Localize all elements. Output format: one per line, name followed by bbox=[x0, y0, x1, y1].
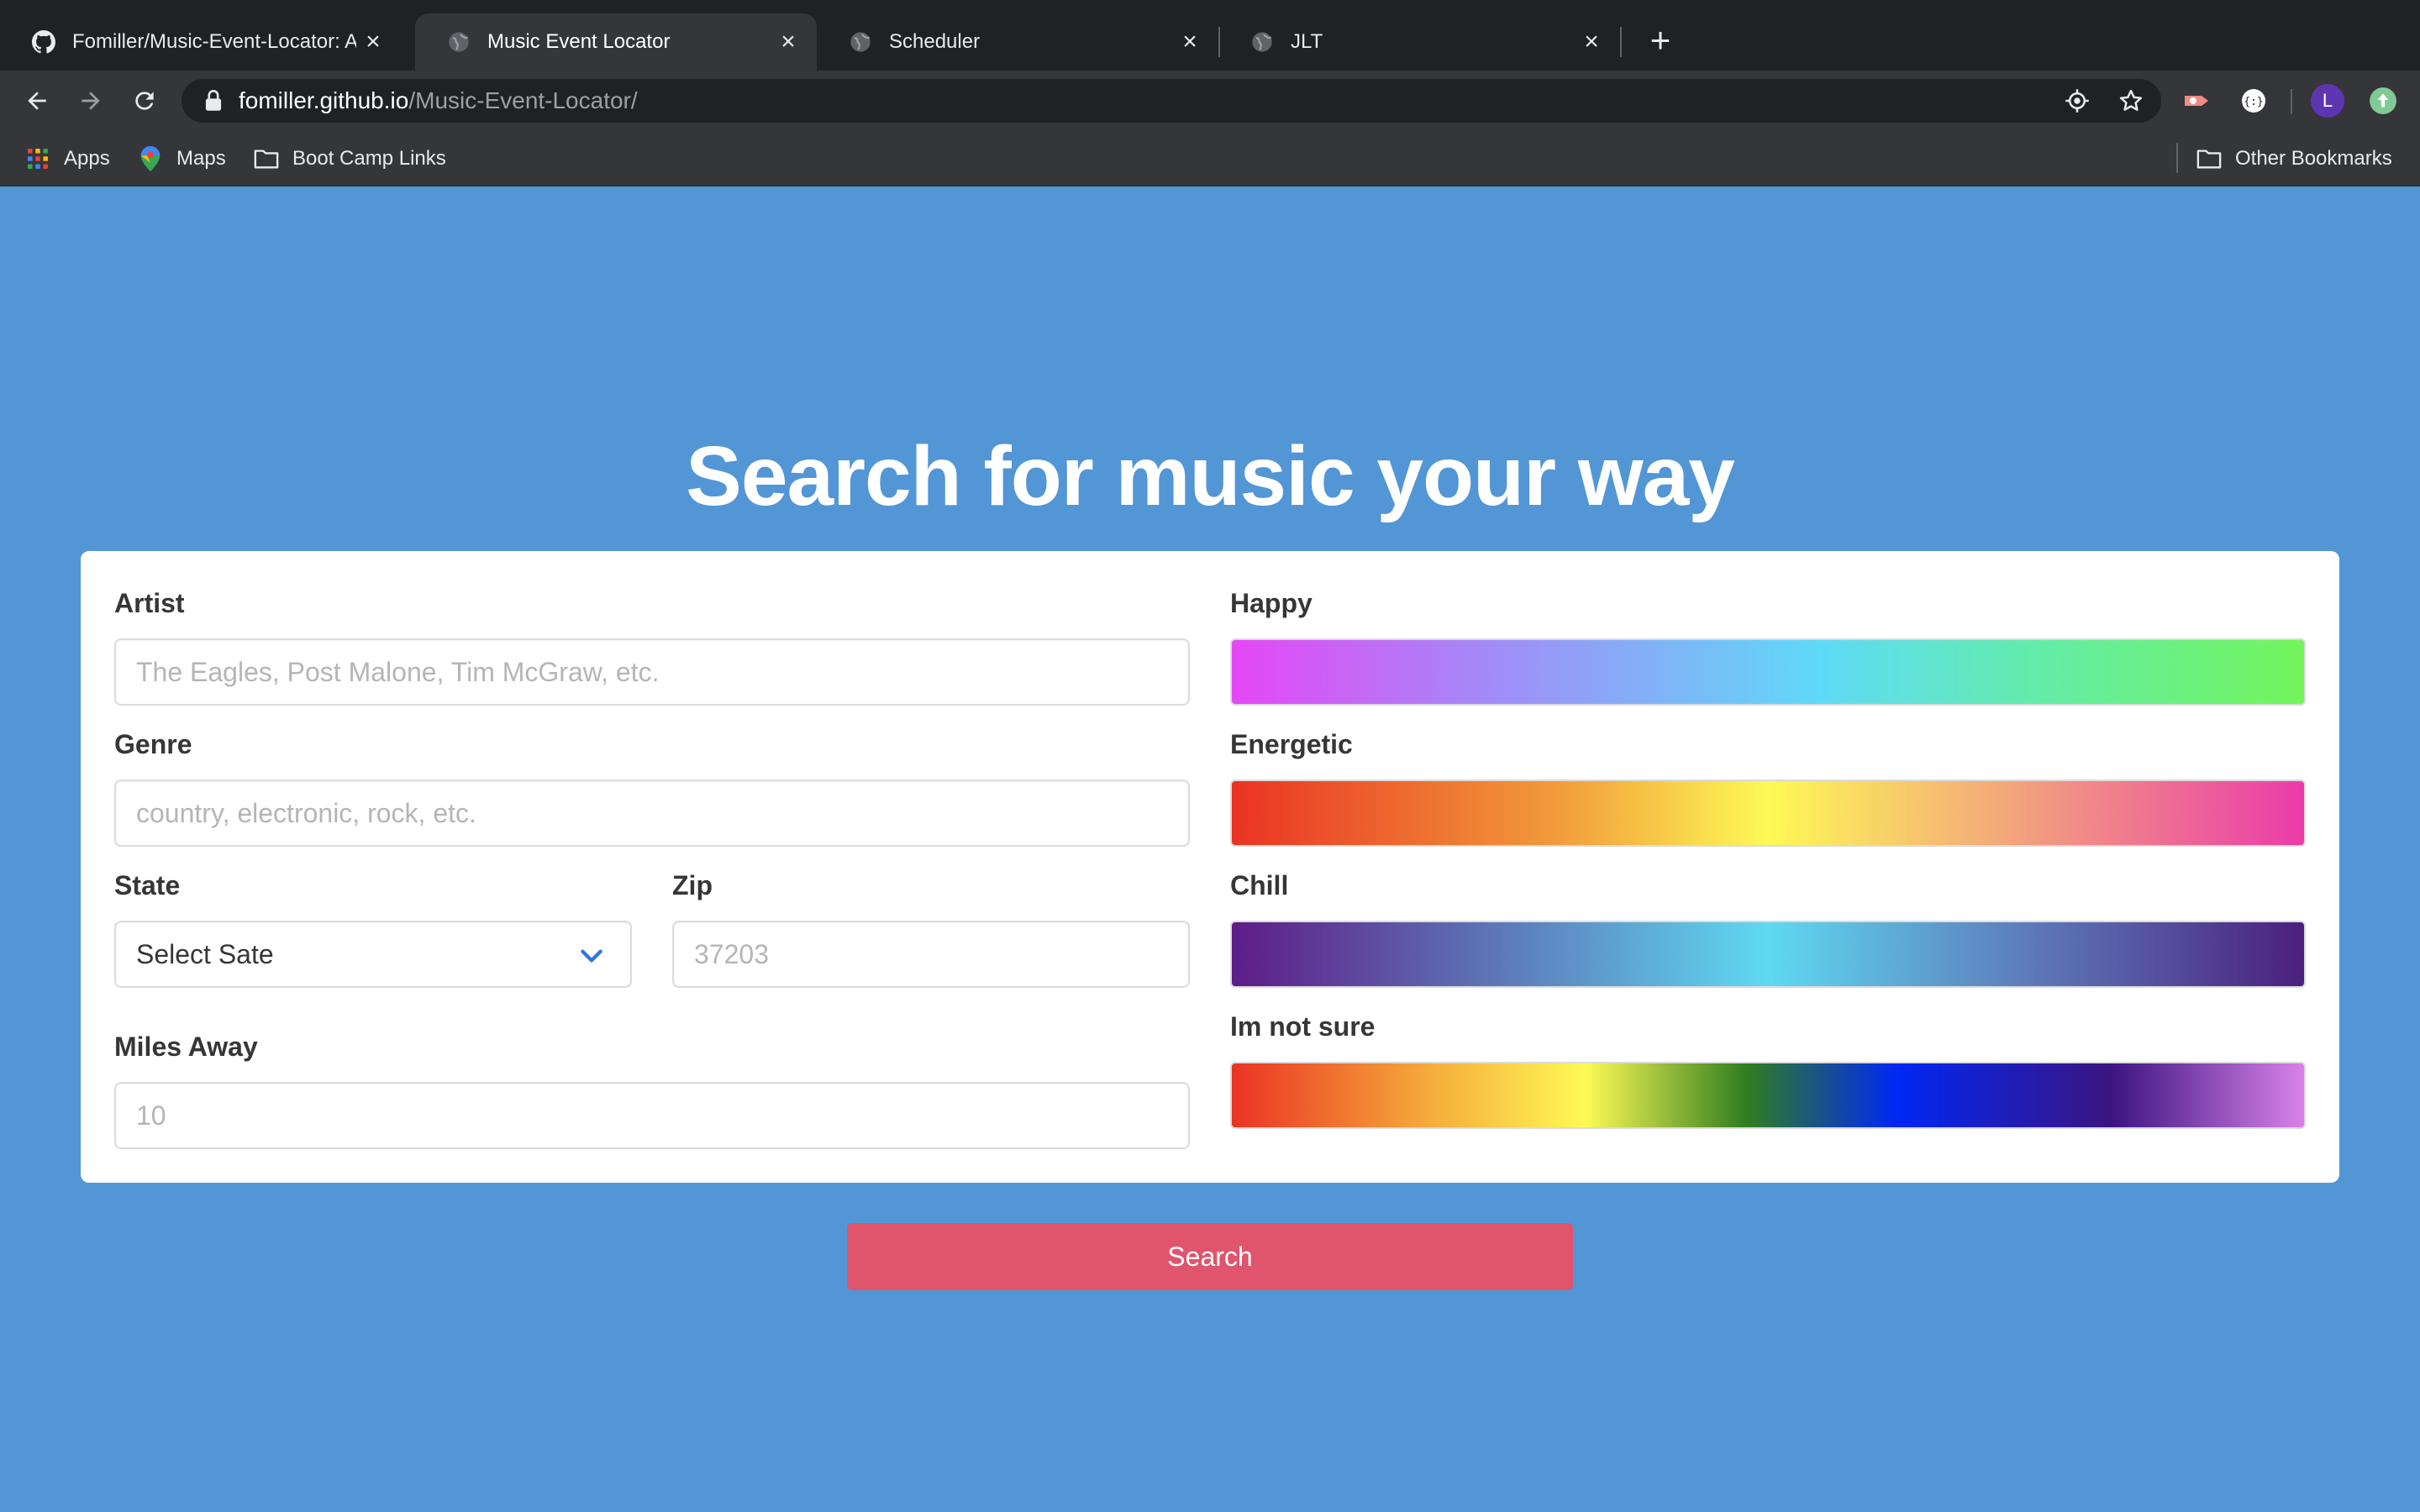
mood-chill-label: Chill bbox=[1230, 870, 1289, 900]
bookmark-maps[interactable]: Maps bbox=[138, 143, 226, 175]
search-form-card: Artist The Eagles, Post Malone, Tim McGr… bbox=[81, 551, 2339, 1183]
search-button[interactable]: Search bbox=[847, 1223, 1573, 1290]
tab-title: JLT bbox=[1291, 30, 1323, 53]
artist-label: Artist bbox=[114, 588, 185, 618]
folder-icon bbox=[2196, 146, 2222, 171]
globe-icon bbox=[849, 30, 872, 54]
state-select-value: Select Sate bbox=[136, 938, 274, 969]
genre-label: Genre bbox=[114, 729, 192, 759]
code-extension-icon[interactable]: {:} bbox=[2235, 82, 2272, 119]
miles-away-input[interactable]: 10 bbox=[114, 1082, 1190, 1149]
url-path: /Music-Event-Locator/ bbox=[408, 87, 638, 113]
toolbar-divider bbox=[2291, 89, 2292, 114]
bookmarks-bar: Apps Maps Boot Camp Links Other Bookmark… bbox=[0, 131, 2420, 186]
close-icon[interactable]: × bbox=[1575, 25, 1608, 59]
tab-jlt[interactable]: JLT × bbox=[1218, 13, 1620, 71]
bookmark-apps[interactable]: Apps bbox=[25, 143, 110, 175]
bookmark-boot-camp-links[interactable]: Boot Camp Links bbox=[254, 143, 446, 175]
screencast-extension-icon[interactable] bbox=[2180, 82, 2217, 119]
browser-toolbar: fomiller.github.io/Music-Event-Locator/ … bbox=[0, 71, 2420, 131]
arrow-right-icon bbox=[82, 92, 100, 110]
close-icon[interactable]: × bbox=[356, 25, 390, 59]
star-icon[interactable] bbox=[2118, 87, 2144, 114]
artist-input[interactable]: The Eagles, Post Malone, Tim McGraw, etc… bbox=[114, 638, 1190, 706]
update-icon[interactable] bbox=[2365, 82, 2402, 119]
close-icon[interactable]: × bbox=[771, 25, 805, 59]
globe-icon bbox=[447, 30, 471, 54]
mood-energetic-label: Energetic bbox=[1230, 729, 1353, 759]
reload-button[interactable] bbox=[126, 82, 163, 119]
state-label: State bbox=[114, 870, 181, 900]
address-bar[interactable]: fomiller.github.io/Music-Event-Locator/ bbox=[182, 79, 2161, 123]
tab-music-event-locator[interactable]: Music Event Locator × bbox=[415, 13, 817, 71]
tab-divider bbox=[1620, 27, 1622, 57]
url-text: fomiller.github.io/Music-Event-Locator/ bbox=[239, 87, 638, 114]
zip-label: Zip bbox=[672, 870, 713, 900]
tab-scheduler[interactable]: Scheduler × bbox=[817, 13, 1218, 71]
tab-title: Scheduler bbox=[889, 30, 981, 53]
genre-input[interactable]: country, electronic, rock, etc. bbox=[114, 780, 1190, 847]
bookmark-label: Apps bbox=[64, 147, 110, 170]
new-tab-button[interactable]: + bbox=[1642, 20, 1679, 60]
tab-title: Music Event Locator bbox=[487, 30, 671, 53]
bookmark-label: Maps bbox=[176, 147, 226, 170]
state-select[interactable]: Select Sate bbox=[114, 921, 632, 988]
zip-input[interactable]: 37203 bbox=[672, 921, 1190, 988]
reload-icon bbox=[135, 92, 154, 110]
mood-chill-bar[interactable] bbox=[1230, 921, 2306, 988]
github-icon bbox=[32, 30, 55, 54]
location-icon[interactable] bbox=[2064, 87, 2091, 114]
svg-text:{:}: {:} bbox=[2244, 96, 2263, 108]
maps-pin-icon bbox=[138, 146, 163, 171]
tab-github[interactable]: Fomiller/Music-Event-Locator: A × bbox=[0, 13, 402, 71]
tab-title: Fomiller/Music-Event-Locator: A bbox=[72, 30, 356, 53]
profile-avatar[interactable]: L bbox=[2311, 84, 2344, 118]
mood-happy-label: Happy bbox=[1230, 588, 1313, 618]
tab-strip: Fomiller/Music-Event-Locator: A × Music … bbox=[0, 0, 2420, 71]
globe-icon bbox=[1250, 30, 1274, 54]
close-icon[interactable]: × bbox=[1173, 25, 1207, 59]
mood-not-sure-label: Im not sure bbox=[1230, 1011, 1376, 1042]
bookmark-other-bookmarks[interactable]: Other Bookmarks bbox=[2196, 143, 2392, 175]
apps-grid-icon bbox=[25, 146, 50, 171]
mood-energetic-bar[interactable] bbox=[1230, 780, 2306, 847]
forward-button[interactable] bbox=[72, 82, 109, 119]
back-button[interactable] bbox=[18, 82, 55, 119]
bookmark-label: Boot Camp Links bbox=[292, 147, 446, 170]
arrow-left-icon bbox=[28, 92, 46, 110]
mood-happy-bar[interactable] bbox=[1230, 638, 2306, 706]
url-host: fomiller.github.io bbox=[239, 87, 409, 113]
mood-not-sure-bar[interactable] bbox=[1230, 1062, 2306, 1129]
chevron-down-icon bbox=[581, 949, 602, 963]
folder-icon bbox=[254, 146, 279, 171]
lock-icon bbox=[202, 89, 225, 113]
miles-away-label: Miles Away bbox=[114, 1032, 258, 1062]
page-title: Search for music your way bbox=[686, 429, 1735, 523]
bookmark-label: Other Bookmarks bbox=[2235, 147, 2392, 170]
bookmarks-divider bbox=[2176, 143, 2178, 173]
